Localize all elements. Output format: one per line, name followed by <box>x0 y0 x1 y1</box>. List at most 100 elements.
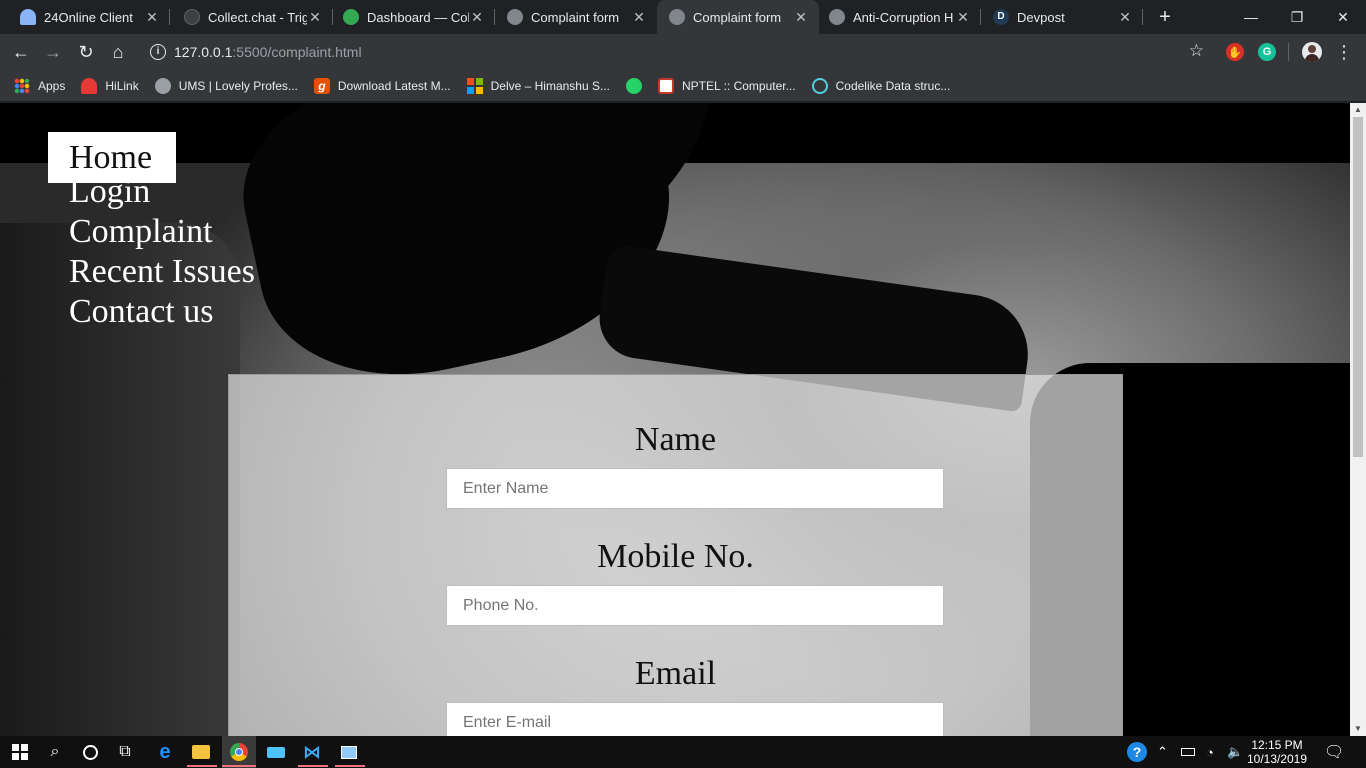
tab-close-icon[interactable]: ✕ <box>955 9 971 26</box>
keyboard-app-icon[interactable] <box>264 740 288 764</box>
page-scrollbar[interactable]: ▲ ▼ <box>1350 103 1366 736</box>
avatar-head <box>1308 45 1316 53</box>
bookmark-ums[interactable]: UMS | Lovely Profes... <box>154 77 298 94</box>
restore-button[interactable]: ❐ <box>1274 0 1320 34</box>
folder-glyph <box>192 745 210 759</box>
help-tray-icon[interactable]: ? <box>1127 736 1147 768</box>
battery-glyph <box>1181 748 1195 756</box>
scroll-up-arrow-icon[interactable]: ▲ <box>1350 103 1366 117</box>
taskbar-active-indicator <box>187 765 217 767</box>
control-panel-glyph <box>341 745 357 759</box>
tab-dashboard[interactable]: Dashboard — Coll ✕ <box>333 0 495 34</box>
bookmark-hilink[interactable]: HiLink <box>81 77 139 94</box>
edge-icon[interactable]: e <box>153 740 177 764</box>
globe-favicon-icon <box>829 9 845 25</box>
tab-title: Anti-Corruption H <box>853 9 954 25</box>
avatar-body <box>1305 54 1319 62</box>
bookmark-download-latest[interactable]: g Download Latest M... <box>313 77 451 94</box>
forward-button[interactable]: → <box>41 40 65 64</box>
name-input[interactable] <box>446 468 944 509</box>
new-tab-button[interactable]: + <box>1154 6 1176 28</box>
tab-close-icon[interactable]: ✕ <box>469 9 485 26</box>
bookmark-label: Apps <box>38 78 66 93</box>
battery-icon[interactable] <box>1181 736 1195 768</box>
scrollbar-thumb[interactable] <box>1353 117 1363 457</box>
show-hidden-icons-icon[interactable]: ⌃ <box>1157 736 1168 768</box>
chrome-logo-center <box>235 748 243 756</box>
phone-input[interactable] <box>446 585 944 626</box>
globe-favicon-icon <box>669 9 685 25</box>
bookmark-label: Download Latest M... <box>337 78 451 93</box>
adblock-extension-icon[interactable]: ✋ <box>1226 43 1244 61</box>
nptel-icon <box>658 77 674 94</box>
tab-devpost[interactable]: D Devpost ✕ <box>981 0 1143 34</box>
bookmark-label: NPTEL :: Computer... <box>682 78 796 93</box>
nav-recent-issues-link[interactable]: Recent Issues <box>48 252 276 292</box>
windows-taskbar: ⌕ ⧉ e ⋈ ? ⌃ ◔ 🔈 12:15 PM 10/13/2019 🗨 <box>0 736 1366 768</box>
globe-icon <box>154 77 171 94</box>
taskbar-active-indicator <box>298 765 328 767</box>
home-button[interactable]: ⌂ <box>106 40 130 64</box>
codelike-icon <box>811 77 828 94</box>
close-window-button[interactable]: ✕ <box>1320 0 1366 34</box>
task-view-icon[interactable]: ⧉ <box>113 740 137 764</box>
bookmark-whatsapp[interactable] <box>626 77 642 94</box>
tab-complaint-form-1[interactable]: Complaint form ✕ <box>495 0 657 34</box>
control-panel-icon[interactable] <box>337 740 361 764</box>
tab-close-icon[interactable]: ✕ <box>631 9 647 26</box>
tab-title: 24Online Client <box>44 9 133 25</box>
apps-grid-icon <box>14 77 30 94</box>
tab-title: Devpost <box>1017 9 1065 25</box>
url-path: :5500/complaint.html <box>232 44 362 60</box>
tab-24online-client[interactable]: 24Online Client ✕ <box>0 0 170 34</box>
volume-icon[interactable]: 🔈 <box>1227 736 1243 768</box>
url-host: 127.0.0.1 <box>174 44 233 60</box>
reload-button[interactable]: ↻ <box>74 40 98 64</box>
nav-contact-us-link[interactable]: Contact us <box>48 292 276 332</box>
system-clock[interactable]: 12:15 PM 10/13/2019 <box>1246 738 1308 766</box>
cortana-icon[interactable] <box>78 740 102 764</box>
address-bar[interactable]: i 127.0.0.1:5500/complaint.html ☆ <box>138 37 1214 67</box>
file-explorer-icon[interactable] <box>189 740 213 764</box>
chrome-icon[interactable] <box>227 740 251 764</box>
nav-login-link[interactable]: Login <box>48 172 276 212</box>
site-info-icon[interactable]: i <box>150 44 166 60</box>
devpost-favicon-icon: D <box>993 9 1009 25</box>
scroll-down-arrow-icon[interactable]: ▼ <box>1350 722 1366 736</box>
tab-title: Collect.chat - Trigg <box>208 9 307 25</box>
email-input[interactable] <box>446 702 944 736</box>
action-center-icon[interactable]: 🗨 <box>1324 736 1344 768</box>
globe-favicon-icon <box>507 9 523 25</box>
bookmark-star-icon[interactable]: ☆ <box>1189 41 1204 61</box>
bookmark-nptel[interactable]: NPTEL :: Computer... <box>658 77 796 94</box>
wifi-icon[interactable]: ◔ <box>1206 736 1214 768</box>
tab-close-icon[interactable]: ✕ <box>307 9 323 26</box>
nav-complaint-link[interactable]: Complaint <box>48 212 276 252</box>
collect-chat-favicon-icon <box>184 9 200 25</box>
search-icon[interactable]: ⌕ <box>43 740 67 764</box>
minimize-button[interactable]: — <box>1228 0 1274 34</box>
tab-close-icon[interactable]: ✕ <box>793 9 809 26</box>
bookmark-codelike[interactable]: Codelike Data struc... <box>811 77 950 94</box>
tab-close-icon[interactable]: ✕ <box>144 9 160 26</box>
bookmark-apps[interactable]: Apps <box>14 77 66 94</box>
tab-close-icon[interactable]: ✕ <box>1117 9 1133 26</box>
microsoft-icon <box>466 77 483 94</box>
keyboard-glyph <box>267 746 285 758</box>
bookmark-label: HiLink <box>105 78 139 93</box>
tab-anti-corruption[interactable]: Anti-Corruption H ✕ <box>819 0 981 34</box>
windows-start-icon[interactable] <box>8 740 32 764</box>
grammarly-extension-icon[interactable]: G <box>1258 43 1276 61</box>
main-nav: Home Login Complaint Recent Issues Conta… <box>48 132 276 332</box>
back-button[interactable]: ← <box>9 40 33 64</box>
bookmark-delve[interactable]: Delve – Himanshu S... <box>466 77 610 94</box>
clock-time: 12:15 PM <box>1251 738 1303 752</box>
browser-tab-strip: 24Online Client ✕ Collect.chat - Trigg ✕… <box>0 0 1366 34</box>
bookmarks-bar: Apps HiLink UMS | Lovely Profes... g Dow… <box>0 70 1366 102</box>
chrome-menu-button[interactable]: ⋮ <box>1332 40 1356 64</box>
vscode-icon[interactable]: ⋈ <box>300 740 324 764</box>
tab-collect-chat[interactable]: Collect.chat - Trigg ✕ <box>170 0 333 34</box>
profile-avatar[interactable] <box>1302 42 1322 62</box>
mobile-label: Mobile No. <box>597 538 754 575</box>
tab-complaint-form-active[interactable]: Complaint form ✕ <box>657 0 819 34</box>
